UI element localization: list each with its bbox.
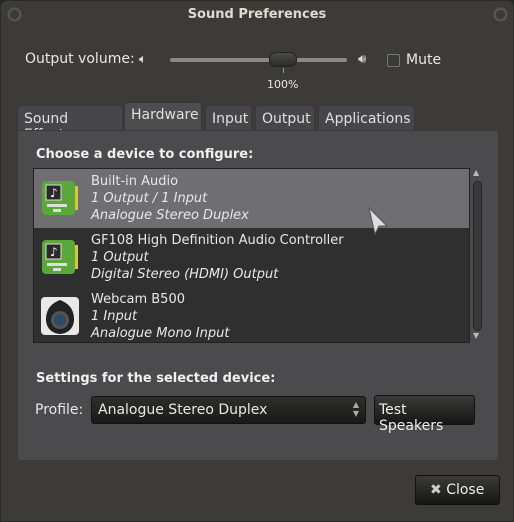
settings-heading: Settings for the selected device: bbox=[36, 371, 276, 386]
webcam-icon bbox=[41, 297, 79, 335]
tab-sound-effects[interactable]: Sound Effects bbox=[17, 105, 123, 143]
device-list[interactable]: ♪ Built-in Audio 1 Output / 1 Input Analog… bbox=[33, 168, 470, 343]
device-row-gf108[interactable]: ♪ GF108 High Definition Audio Controller… bbox=[34, 228, 469, 287]
device-ports: 1 Output / 1 Input bbox=[91, 191, 208, 206]
sound-card-icon: ♪ bbox=[42, 181, 78, 215]
scroll-down-arrow-icon[interactable]: ▼ bbox=[473, 331, 479, 340]
choose-device-heading: Choose a device to configure: bbox=[36, 147, 254, 162]
profile-label: Profile: bbox=[35, 402, 84, 418]
profile-select[interactable]: Analogue Stereo Duplex ▲ ▼ bbox=[91, 396, 366, 424]
mute-checkbox[interactable] bbox=[387, 54, 400, 67]
device-profile: Analogue Mono Input bbox=[91, 326, 230, 341]
tab-applications[interactable]: Applications bbox=[318, 105, 415, 130]
device-name: GF108 High Definition Audio Controller bbox=[91, 233, 344, 248]
device-list-scrollbar[interactable]: ▲ ▼ bbox=[471, 168, 485, 343]
close-icon: ✖ bbox=[430, 482, 442, 498]
sound-card-icon: ♪ bbox=[42, 240, 78, 274]
volume-slider[interactable] bbox=[170, 58, 347, 62]
output-volume-label: Output volume: bbox=[25, 51, 135, 67]
volume-slider-handle[interactable] bbox=[269, 52, 297, 67]
sound-preferences-window: Sound Preferences Output volume: 🔈︎ 100%… bbox=[0, 0, 514, 522]
scroll-up-arrow-icon[interactable]: ▲ bbox=[473, 168, 479, 177]
mute-label[interactable]: Mute bbox=[406, 52, 441, 68]
device-row-webcam[interactable]: Webcam B500 1 Input Analogue Mono Input bbox=[34, 287, 469, 342]
volume-percent: 100% bbox=[267, 78, 299, 91]
svg-text:♪: ♪ bbox=[50, 186, 58, 200]
volume-low-icon[interactable]: 🔈︎ bbox=[139, 52, 147, 67]
window-title: Sound Preferences bbox=[187, 7, 327, 22]
close-label: Close bbox=[446, 482, 485, 498]
select-arrows-icon: ▲ ▼ bbox=[352, 400, 359, 418]
device-row-built-in-audio[interactable]: ♪ Built-in Audio 1 Output / 1 Input Analog… bbox=[34, 169, 469, 228]
close-button[interactable]: ✖ Close bbox=[415, 475, 500, 505]
tab-hardware[interactable]: Hardware bbox=[124, 102, 202, 130]
device-name: Webcam B500 bbox=[91, 292, 185, 307]
profile-value: Analogue Stereo Duplex bbox=[98, 402, 268, 418]
tab-input[interactable]: Input bbox=[205, 105, 252, 130]
volume-100-mark bbox=[283, 68, 284, 73]
device-ports: 1 Output bbox=[91, 250, 149, 265]
tab-output[interactable]: Output bbox=[255, 105, 315, 130]
test-speakers-button[interactable]: Test Speakers bbox=[374, 395, 475, 434]
device-name: Built-in Audio bbox=[91, 174, 179, 189]
svg-text:♪: ♪ bbox=[50, 245, 58, 259]
scrollbar-thumb[interactable] bbox=[473, 181, 482, 331]
volume-high-icon[interactable]: 🔊︎ bbox=[358, 52, 366, 67]
device-ports: 1 Input bbox=[91, 309, 138, 324]
device-profile: Analogue Stereo Duplex bbox=[91, 208, 249, 223]
mouse-cursor-icon bbox=[368, 206, 389, 236]
device-profile: Digital Stereo (HDMI) Output bbox=[91, 267, 279, 282]
